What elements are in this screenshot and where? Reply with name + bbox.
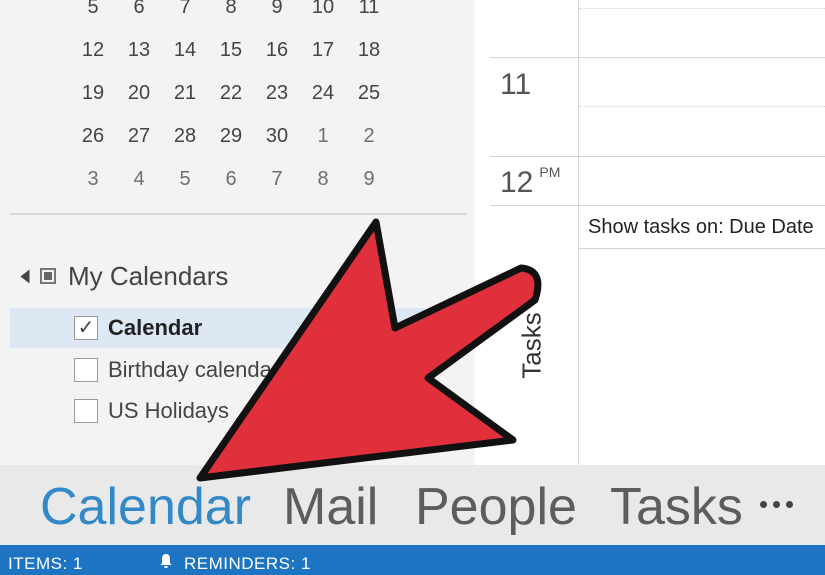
items-count: ITEMS: 1: [8, 554, 83, 573]
hour-label-11: 11: [500, 68, 532, 101]
reminders-count: REMINDERS: 1: [184, 554, 311, 573]
tasks-vertical-header: Tasks: [517, 300, 547, 390]
mini-calendar-day[interactable]: 5: [162, 159, 208, 199]
mini-calendar-day[interactable]: 21: [162, 73, 208, 113]
mini-calendar-day[interactable]: 9: [254, 0, 300, 27]
mini-calendar-day[interactable]: 22: [208, 73, 254, 113]
mini-calendar-day[interactable]: 19: [70, 73, 116, 113]
mini-calendar-week: 5 6 7 8 9 10 11: [70, 0, 400, 27]
mini-calendar-week: 26 27 28 29 30 1 2: [70, 116, 400, 156]
mini-calendar-day[interactable]: 26: [70, 116, 116, 156]
calendar-checkbox[interactable]: ✓: [74, 316, 98, 340]
mini-calendar-day[interactable]: 28: [162, 116, 208, 156]
mini-calendar-day[interactable]: 7: [254, 159, 300, 199]
status-bar: ITEMS: 1 REMINDERS: 1: [0, 545, 825, 575]
mini-calendar: 5 6 7 8 9 10 11 12 13 14 15 16 17 18 19 20 21 22 23 24 25 26 2…: [70, 0, 400, 200]
nav-calendar[interactable]: Calendar: [40, 477, 251, 537]
mini-calendar-day[interactable]: 9: [346, 159, 392, 199]
mini-calendar-day[interactable]: 16: [254, 30, 300, 70]
my-calendars-group[interactable]: My Calendars: [18, 256, 228, 296]
time-column-divider: [578, 0, 579, 465]
day-view: 11 12 PM Show tasks on: Due Date Tasks: [475, 0, 825, 465]
mini-calendar-day[interactable]: 14: [162, 30, 208, 70]
show-tasks-dropdown[interactable]: Show tasks on: Due Date: [588, 216, 814, 239]
mini-calendar-day[interactable]: 7: [162, 0, 208, 27]
group-color-square-icon: [40, 268, 56, 284]
mini-calendar-day[interactable]: 6: [208, 159, 254, 199]
tasks-vertical-label: Tasks: [516, 311, 547, 379]
mini-calendar-day[interactable]: 29: [208, 116, 254, 156]
mini-calendar-day[interactable]: 4: [116, 159, 162, 199]
mini-calendar-day[interactable]: 24: [300, 73, 346, 113]
mini-calendar-day[interactable]: 3: [70, 159, 116, 199]
bell-icon: [160, 554, 172, 568]
mini-calendar-day[interactable]: 27: [116, 116, 162, 156]
nav-tasks[interactable]: Tasks: [610, 477, 743, 537]
check-mark-icon: ✓: [77, 317, 95, 339]
pane-divider: [10, 213, 467, 215]
mini-calendar-day[interactable]: 1: [300, 116, 346, 156]
hour-label-12: 12 PM: [500, 164, 561, 200]
mini-calendar-day[interactable]: 6: [116, 0, 162, 27]
mini-calendar-day[interactable]: 8: [300, 159, 346, 199]
mini-calendar-week: 19 20 21 22 23 24 25: [70, 73, 400, 113]
hour-line: [490, 57, 825, 58]
mini-calendar-week: 3456789: [70, 159, 400, 199]
mini-calendar-day[interactable]: 11: [346, 0, 392, 27]
half-hour-line: [579, 8, 825, 9]
calendar-item-birthday[interactable]: Birthday calendar: [10, 350, 475, 390]
mini-calendar-day[interactable]: 13: [116, 30, 162, 70]
calendar-item-label: Calendar: [108, 315, 203, 340]
us-holidays-checkbox[interactable]: [74, 399, 98, 423]
mini-calendar-day[interactable]: 10: [300, 0, 346, 27]
navigation-bar: Calendar Mail People Tasks: [0, 465, 825, 545]
calendar-item-label: Birthday calendar: [108, 357, 280, 382]
mini-calendar-day[interactable]: 8: [208, 0, 254, 27]
hour-12-number: 12: [500, 166, 534, 199]
mini-calendar-day[interactable]: 17: [300, 30, 346, 70]
calendar-item-calendar[interactable]: ✓ Calendar: [10, 308, 475, 348]
collapse-triangle-icon[interactable]: [20, 269, 30, 283]
my-calendars-label: My Calendars: [68, 260, 229, 291]
half-hour-line[interactable]: [579, 106, 825, 107]
mini-calendar-day[interactable]: 23: [254, 73, 300, 113]
nav-mail[interactable]: Mail: [283, 477, 378, 537]
pm-suffix: PM: [539, 164, 561, 180]
tasks-section-top-line: [490, 205, 825, 206]
mini-calendar-day[interactable]: 15: [208, 30, 254, 70]
birthday-checkbox[interactable]: [74, 358, 98, 382]
mini-calendar-day[interactable]: 20: [116, 73, 162, 113]
mini-calendar-day[interactable]: 18: [346, 30, 392, 70]
mini-calendar-week: 12 13 14 15 16 17 18: [70, 30, 400, 70]
mini-calendar-day[interactable]: 5: [70, 0, 116, 27]
tasks-header-line: [579, 248, 825, 249]
hour-line: [490, 156, 825, 157]
mini-calendar-day[interactable]: 12: [70, 30, 116, 70]
folder-pane: 5 6 7 8 9 10 11 12 13 14 15 16 17 18 19 20 21 22 23 24 25 26 2…: [0, 0, 475, 465]
more-dots-icon[interactable]: [760, 501, 793, 508]
nav-people[interactable]: People: [415, 477, 577, 537]
mini-calendar-day[interactable]: 25: [346, 73, 392, 113]
mini-calendar-day[interactable]: 2: [346, 116, 392, 156]
mini-calendar-day[interactable]: 30: [254, 116, 300, 156]
calendar-item-label: US Holidays: [108, 398, 230, 423]
calendar-item-us-holidays[interactable]: US Holidays: [10, 391, 475, 431]
